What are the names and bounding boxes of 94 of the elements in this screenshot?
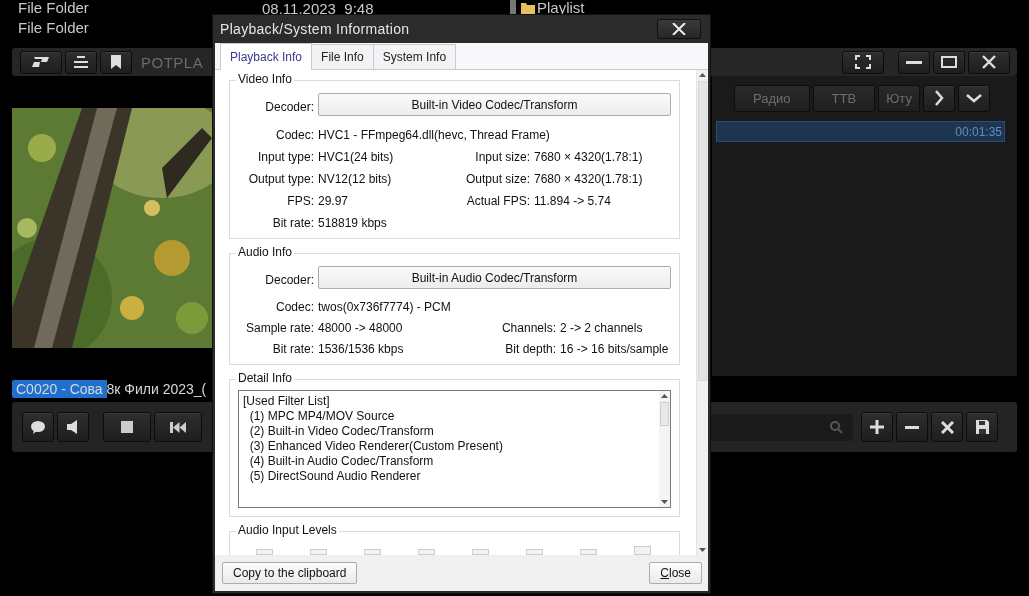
scrollbar-thumb[interactable] [698,81,707,381]
field-label: Bit rate: [271,342,314,356]
field-label: Bit rate: [271,216,314,230]
remove-button[interactable] [896,412,928,442]
add-button[interactable] [861,412,893,442]
field-value: NV12(12 bits) [318,172,393,186]
decoder-button[interactable]: Built-in Video Codec/Transform [318,93,671,116]
field-label: Codec: [274,128,314,142]
stop-icon [121,421,133,433]
dropdown-button[interactable] [958,84,991,112]
group-title: Video Info [236,72,294,86]
chevron-down-icon [966,93,983,103]
previous-button[interactable] [154,412,202,442]
field-value: 7680 × 4320(1.78:1) [534,172,644,186]
date-text: 08.11.2023 9:48 [262,0,375,17]
group-title: Audio Input Levels [236,523,339,537]
delete-button[interactable] [931,412,963,442]
field-value: 7680 × 4320(1.78:1) [534,150,644,164]
scrollbar[interactable] [659,391,670,507]
speech-bubble-icon [31,420,45,434]
scrollbar[interactable] [696,70,708,555]
tab[interactable]: Playback Info [220,43,313,70]
playlist-row[interactable]: 00:01:35 [716,121,1005,142]
search-icon [830,420,843,434]
field-label: Output size: [464,172,530,186]
tab[interactable]: File Info [311,44,374,69]
field-label: Actual FPS: [465,194,530,208]
text-area[interactable]: [Used Filter List] (1) MPC MP4/MOV Source (2) Built-in Video Codec/Transform (3) Enhanced Video Renderer(Custom Present) (4) Built-in Audio Codec/Transform (5) DirectSound Audio Renderer [238,390,671,508]
folder-name[interactable]: Playlist [537,0,585,16]
maximize-button[interactable] [933,50,965,74]
logo-icon [31,57,51,67]
field-label: Bit depth: [504,342,556,356]
text-line: (2) Built-in Video Codec/Transform [248,424,435,439]
field-label: Decoder: [264,272,314,287]
scrollbar-thumb[interactable] [660,402,669,426]
text-line: (5) DirectSound Audio Renderer [248,469,422,484]
copy-button[interactable]: Copy to the clipboard [222,562,358,584]
field-value: 2 -> 2 channels [560,321,644,335]
arrow-up-icon [661,394,668,398]
arrow-down-icon [699,548,706,552]
field-label: FPS: [286,194,314,208]
close-button[interactable]: Close [649,562,702,584]
close-icon [940,420,954,434]
tab[interactable]: System Info [372,44,457,69]
field-value: 1536/1536 kbps [318,342,405,356]
decoder-button[interactable]: Built-in Audio Codec/Transform [318,266,671,289]
subtitle-button[interactable] [22,412,54,442]
text-line: [Used Filter List] [243,394,331,409]
dialog-title: Playback/System Information [220,21,411,37]
close-button[interactable] [657,19,701,39]
fullscreen-button[interactable] [842,50,884,74]
field-value: 16 -> 16 bits/sample [560,342,670,356]
arrow-up-icon [699,73,706,77]
field-value: 518819 kbps [318,216,388,230]
minus-icon [905,425,919,429]
previous-icon [170,421,186,433]
app-title: POTPLA [141,53,204,71]
save-button[interactable] [966,412,998,442]
field-label: Output type: [247,172,314,186]
close-button[interactable] [968,50,1010,74]
logo-button[interactable] [20,50,62,74]
stop-button[interactable] [103,412,151,442]
minimize-button[interactable] [898,50,930,74]
field-label: Sample rate: [244,321,314,335]
field-label: Decoder: [264,99,314,114]
field-value: 48000 -> 48000 [318,321,404,335]
next-button[interactable] [923,84,956,112]
text-line: (1) MPC MP4/MOV Source [248,409,396,424]
close-icon [982,55,996,69]
arrow-down-icon [661,500,668,504]
group-title: Detail Info [236,371,295,385]
field-value: HVC1(24 bits) [318,150,395,164]
volume-button[interactable] [57,412,89,442]
bookmark-icon [111,55,121,69]
field-value: twos(0x736f7774) - PCM [318,300,452,314]
field-value: 29.97 [318,194,350,208]
minimize-icon [906,60,922,64]
plus-icon [870,420,884,434]
field-value: 11.894 -> 5.74 [534,194,612,208]
chevron-right-icon [934,90,945,106]
folder-type-text: File Folder [18,0,90,16]
field-label: Input type: [256,150,314,164]
close-icon [672,23,686,35]
speaker-icon [67,420,79,434]
field-label: Channels: [500,321,556,335]
field-value: HVC1 - FFmpeg64.dll(hevc, Thread Frame) [318,128,551,142]
field-label: Codec: [274,300,314,314]
text-line: (3) Enhanced Video Renderer(Custom Present) [248,439,504,454]
field-label: Input size: [474,150,530,164]
maximize-icon [941,56,957,68]
group-title: Audio Info [236,245,295,259]
text-line: (4) Built-in Audio Codec/Transform [248,454,435,469]
bookmark-button[interactable] [100,50,132,74]
fullscreen-icon [855,55,871,69]
